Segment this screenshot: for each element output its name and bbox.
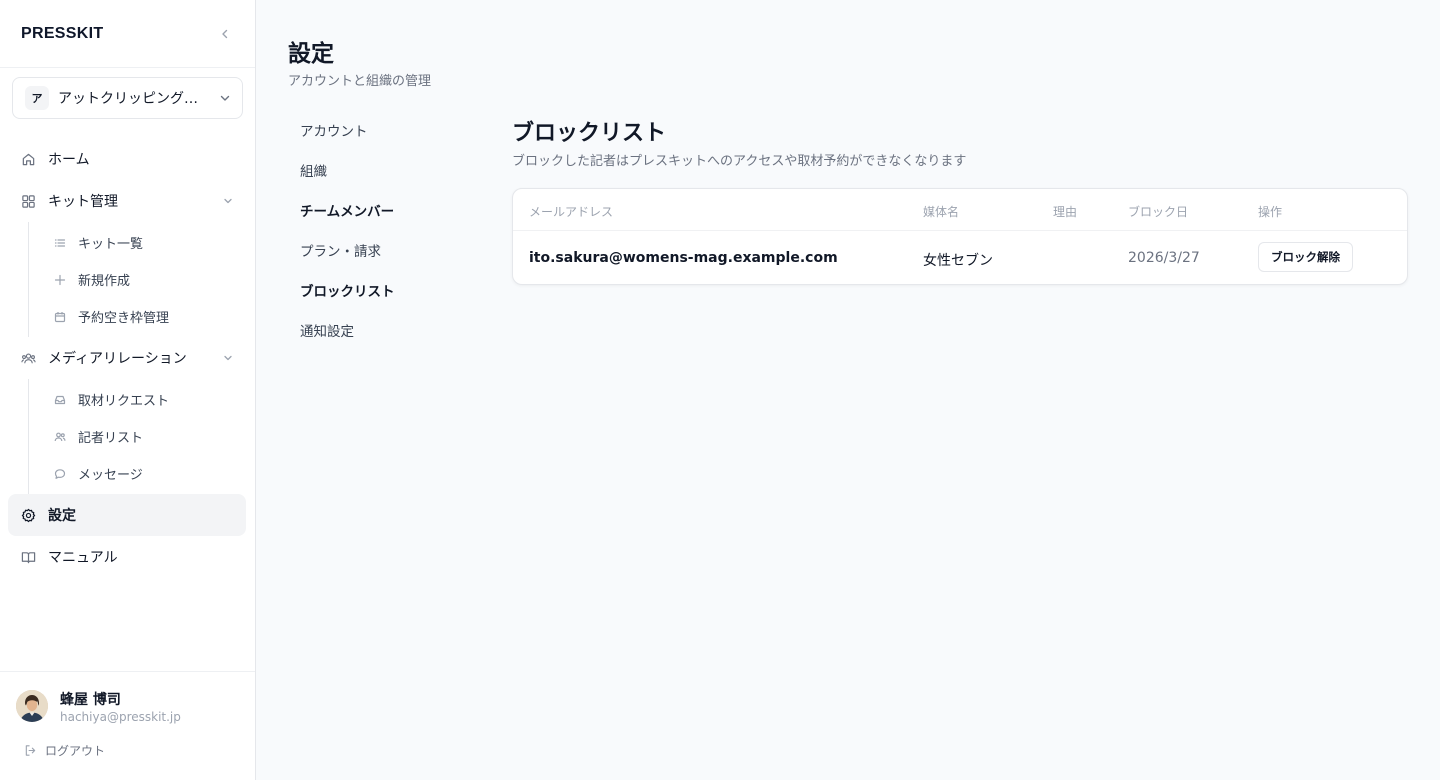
blocklist-table: メールアドレス 媒体名 理由 ブロック日 操作 ito.sakura@women… [512,188,1408,285]
settings-nav: アカウント 組織 チームメンバー プラン・請求 ブロックリスト 通知設定 [288,110,478,350]
chevron-down-icon [218,91,232,105]
nav-item-manual[interactable]: マニュアル [8,536,246,578]
cell-blocked-date: 2026/3/27 [1128,250,1200,266]
nav-item-kit-management[interactable]: キット管理 [8,180,246,222]
table-header: メールアドレス 媒体名 理由 ブロック日 操作 [513,189,1407,231]
media-subnav: 取材リクエスト 記者リスト メッセージ [28,379,246,494]
sub-item-kit-list[interactable]: キット一覧 [29,224,246,261]
section-title: ブロックリスト [512,121,667,146]
logout-button[interactable]: ログアウト [24,742,105,759]
sub-label-messages: メッセージ [78,468,143,483]
sub-label-kit-list: キット一覧 [78,237,144,252]
book-icon [20,549,36,565]
logout-label: ログアウト [45,744,106,758]
cell-media: 女性セブン [923,253,993,269]
column-header-media: 媒体名 [923,205,960,219]
home-icon [20,151,36,167]
sub-label-slots: 予約空き枠管理 [78,311,170,326]
nav-label-media-relations: メディアリレーション [48,351,187,367]
presskit-logo: PRESSKIT [21,24,104,42]
inbox-icon [53,393,67,407]
organization-switcher[interactable]: ア アットクリッピング株式会社 [12,77,243,119]
nav-item-settings[interactable]: 設定 [8,494,246,536]
nav-item-media-relations[interactable]: メディアリレーション [8,337,246,379]
sub-label-requests: 取材リクエスト [78,394,170,409]
column-header-blocked-date: ブロック日 [1128,205,1189,219]
plus-icon [53,273,67,287]
users-icon [53,430,67,444]
brand-row: PRESSKIT [0,0,255,68]
sub-item-new[interactable]: 新規作成 [29,261,246,298]
column-header-reason: 理由 [1053,205,1078,219]
org-avatar: ア [25,86,49,110]
main-nav: ホーム キット管理 キット一覧 新規作成 予約空き枠管理 メディアリレーション … [8,138,246,578]
gear-icon [20,507,36,523]
settings-link-organization[interactable]: 組織 [288,150,478,190]
nav-label-manual: マニュアル [48,550,118,566]
sub-label-new: 新規作成 [78,274,131,289]
sub-item-slots[interactable]: 予約空き枠管理 [29,298,246,335]
users-group-icon [20,350,36,366]
column-header-actions: 操作 [1258,205,1283,219]
settings-link-account[interactable]: アカウント [288,110,478,150]
logout-icon [24,744,37,757]
chevron-left-icon[interactable] [217,26,233,42]
grid-icon [20,193,36,209]
settings-link-team-members[interactable]: チームメンバー [288,190,478,230]
nav-item-home[interactable]: ホーム [8,138,246,180]
sub-item-messages[interactable]: メッセージ [29,455,246,492]
user-name: 蜂屋 博司 [60,692,121,708]
unblock-button[interactable]: ブロック解除 [1258,242,1353,272]
cell-email: ito.sakura@womens-mag.example.com [529,250,838,266]
message-icon [53,467,67,481]
list-icon [53,236,67,250]
calendar-icon [53,310,67,324]
settings-link-notifications[interactable]: 通知設定 [288,310,478,350]
sub-item-requests[interactable]: 取材リクエスト [29,381,246,418]
page-title: 設定 [288,41,334,67]
sub-item-journalists[interactable]: 記者リスト [29,418,246,455]
chevron-down-icon [222,195,234,207]
org-name: アットクリッピング株式会社 [58,91,210,107]
user-area: 蜂屋 博司 hachiya@presskit.jp ログアウト [0,671,255,780]
settings-link-blocklist[interactable]: ブロックリスト [288,270,478,310]
page-subtitle: アカウントと組織の管理 [288,74,432,89]
avatar[interactable] [16,690,48,722]
nav-label-home: ホーム [48,152,90,168]
chevron-down-icon [222,352,234,364]
settings-link-plan-billing[interactable]: プラン・請求 [288,230,478,270]
sub-label-journalists: 記者リスト [78,431,144,446]
nav-label-settings: 設定 [48,508,76,524]
user-email: hachiya@presskit.jp [60,710,181,724]
table-row: ito.sakura@womens-mag.example.com 女性セブン … [513,231,1407,284]
nav-label-kit-management: キット管理 [48,194,118,210]
kit-subnav: キット一覧 新規作成 予約空き枠管理 [28,222,246,337]
sidebar: PRESSKIT ア アットクリッピング株式会社 ホーム キット管理 [0,0,256,780]
column-header-email: メールアドレス [529,205,614,219]
section-description: ブロックした記者はプレスキットへのアクセスや取材予約ができなくなります [512,154,967,169]
